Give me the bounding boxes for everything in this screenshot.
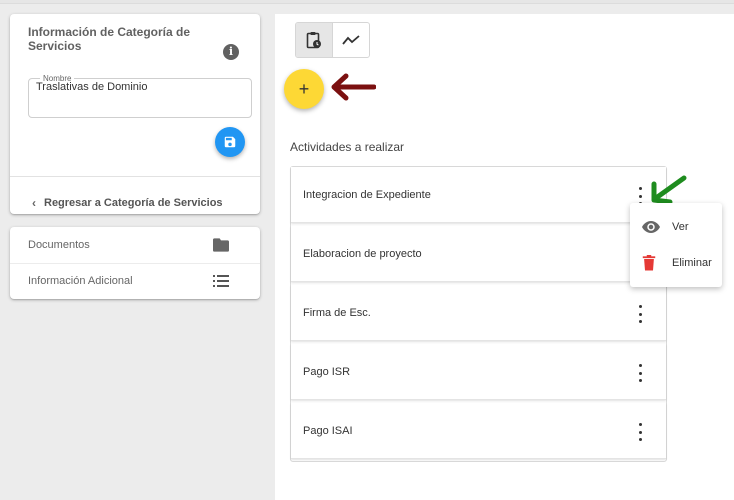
- activities-panel: + Actividades a realizar Integracion de …: [275, 14, 734, 500]
- menu-item-ver[interactable]: Ver: [630, 209, 722, 245]
- folder-icon: [213, 238, 229, 252]
- activities-section-title: Actividades a realizar: [290, 140, 405, 154]
- add-activity-button[interactable]: +: [284, 69, 324, 109]
- card-title: Información de Categoría de Servicios: [28, 25, 191, 53]
- view-toggle-group: [295, 22, 370, 58]
- activity-name: Pago ISAI: [303, 425, 353, 437]
- menu-item-label: Ver: [672, 221, 689, 233]
- back-to-categories-link[interactable]: ‹ Regresar a Categoría de Servicios: [32, 196, 223, 210]
- clipboard-clock-icon: [306, 32, 321, 49]
- card-divider: [10, 176, 260, 177]
- trend-line-icon: [342, 35, 360, 45]
- list-icon: [213, 275, 229, 287]
- activity-row[interactable]: Firma de Esc.: [291, 285, 666, 341]
- activity-row[interactable]: Integracion de Expediente: [291, 167, 666, 223]
- more-vert-icon[interactable]: [634, 423, 646, 441]
- toggle-timeline-view[interactable]: [333, 23, 370, 57]
- activity-row[interactable]: Pago ISR: [291, 344, 666, 400]
- activity-name: Firma de Esc.: [303, 307, 371, 319]
- category-info-card: Información de Categoría de Servicios i …: [10, 14, 260, 214]
- activity-name: Pago ISR: [303, 366, 351, 378]
- back-link-label: Regresar a Categoría de Servicios: [44, 197, 223, 209]
- activity-row[interactable]: Elaboracion de proyecto: [291, 226, 666, 282]
- nav-item-informacion-adicional[interactable]: Información Adicional: [10, 263, 260, 299]
- name-field[interactable]: Nombre: [28, 64, 252, 118]
- info-icon[interactable]: i: [223, 44, 239, 60]
- top-app-bar-strip: [0, 0, 734, 4]
- nav-item-label: Información Adicional: [28, 275, 133, 287]
- activity-context-menu: Ver Eliminar: [630, 203, 722, 287]
- save-button[interactable]: [215, 127, 245, 157]
- more-vert-icon[interactable]: [634, 305, 646, 323]
- activities-list: Integracion de Expediente Elaboracion de…: [290, 166, 667, 462]
- menu-item-eliminar[interactable]: Eliminar: [630, 245, 722, 281]
- eye-icon: [642, 221, 660, 233]
- red-annotation-arrow-icon: [331, 73, 376, 101]
- more-vert-icon[interactable]: [634, 364, 646, 382]
- nav-item-documentos[interactable]: Documentos: [10, 227, 260, 263]
- green-annotation-arrow-icon: [651, 175, 687, 205]
- chevron-left-icon: ‹: [32, 196, 36, 210]
- activity-name: Elaboracion de proyecto: [303, 248, 422, 260]
- save-icon: [224, 136, 236, 148]
- section-nav-card: Documentos Información Adicional: [10, 227, 260, 299]
- menu-item-label: Eliminar: [672, 257, 712, 269]
- name-input[interactable]: [36, 81, 236, 93]
- trash-icon: [642, 255, 656, 271]
- toggle-activities-view[interactable]: [296, 23, 333, 57]
- activity-row[interactable]: Pago ISAI: [291, 403, 666, 459]
- nav-item-label: Documentos: [28, 239, 90, 251]
- activity-name: Integracion de Expediente: [303, 189, 431, 201]
